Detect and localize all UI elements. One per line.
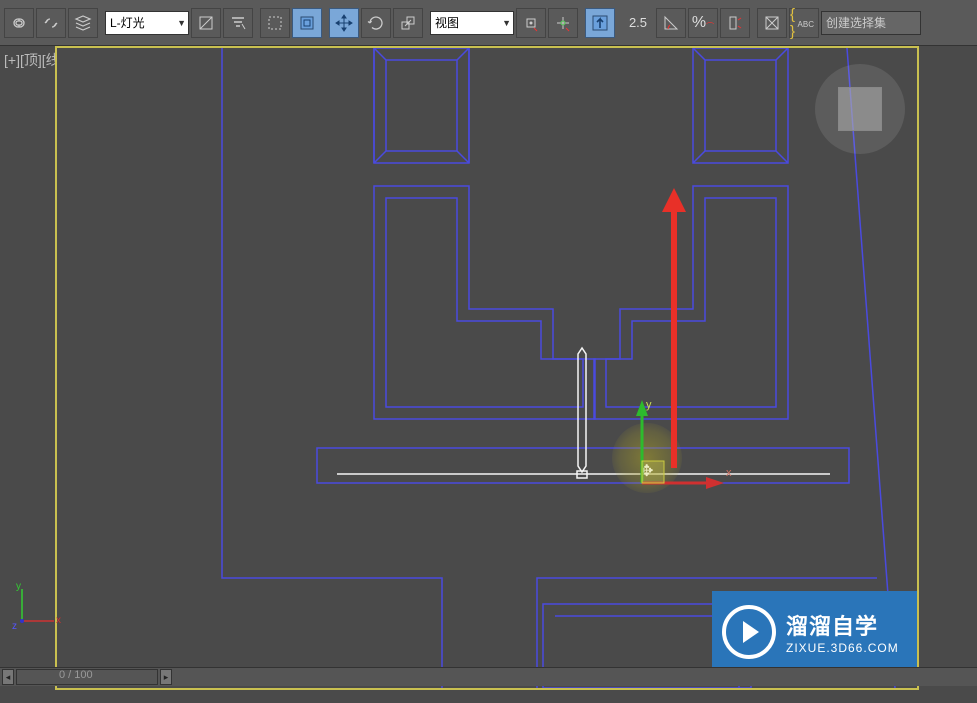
chevron-down-icon: ▼ [502, 18, 511, 28]
rotate-tool[interactable] [361, 8, 391, 38]
watermark-title: 溜溜自学 [786, 609, 899, 641]
move-tool[interactable] [329, 8, 359, 38]
axis-y-label: y [16, 581, 21, 592]
link-icon[interactable] [4, 8, 34, 38]
named-selection-placeholder: 创建选择集 [826, 14, 886, 31]
coord-system-value: 视图 [435, 14, 459, 31]
watermark-subtitle: ZIXUE.3D66.COM [786, 641, 899, 655]
pivot-center-icon[interactable] [516, 8, 546, 38]
snap-toggle[interactable] [585, 8, 615, 38]
watermark-badge: 溜溜自学 ZIXUE.3D66.COM [712, 591, 917, 673]
marquee-select-icon[interactable] [260, 8, 290, 38]
chevron-down-icon: ▼ [177, 18, 186, 28]
frame-readout: 0 / 100 [59, 669, 93, 681]
percent-snap-icon[interactable]: %⌒ [688, 8, 718, 38]
scale-tool[interactable] [393, 8, 423, 38]
status-bar: ◂ 0 / 100 ▸ [0, 667, 977, 686]
axis-z-label: z [12, 621, 17, 632]
timeline-scroll-left[interactable]: ◂ [2, 669, 14, 685]
play-icon [722, 605, 776, 659]
viewport-area: [+][顶][线框] [0, 46, 977, 686]
viewcube[interactable] [815, 64, 905, 154]
viewport-label-plus: [+] [4, 52, 20, 68]
layers-icon[interactable] [68, 8, 98, 38]
layer-select-value: L-灯光 [110, 14, 145, 31]
window-crossing-toggle[interactable] [292, 8, 322, 38]
timeline-scroll-right[interactable]: ▸ [160, 669, 172, 685]
viewport[interactable]: ✥ y x 溜溜自学 [55, 46, 919, 690]
angle-snap-icon[interactable] [656, 8, 686, 38]
unlink-icon[interactable] [36, 8, 66, 38]
coord-system-select[interactable]: 视图 ▼ [430, 11, 514, 35]
select-display-icon[interactable] [191, 8, 221, 38]
edged-faces-icon[interactable] [757, 8, 787, 38]
main-toolbar: L-灯光 ▼ 视图 ▼ 2.5 %⌒ { }ABC 创建选择集 [0, 0, 977, 46]
timeline-track[interactable]: 0 / 100 [16, 669, 158, 685]
viewport-label-view: [顶] [20, 52, 42, 68]
viewcube-face[interactable] [838, 87, 882, 131]
named-selection-input[interactable]: 创建选择集 [821, 11, 921, 35]
named-sel-brace-icon[interactable]: { }ABC [789, 8, 819, 38]
filter-list-icon[interactable] [223, 8, 253, 38]
grid-spacing-value: 2.5 [622, 15, 654, 30]
layer-select[interactable]: L-灯光 ▼ [105, 11, 189, 35]
spinner-snap-icon[interactable] [720, 8, 750, 38]
selection-center-icon[interactable] [548, 8, 578, 38]
